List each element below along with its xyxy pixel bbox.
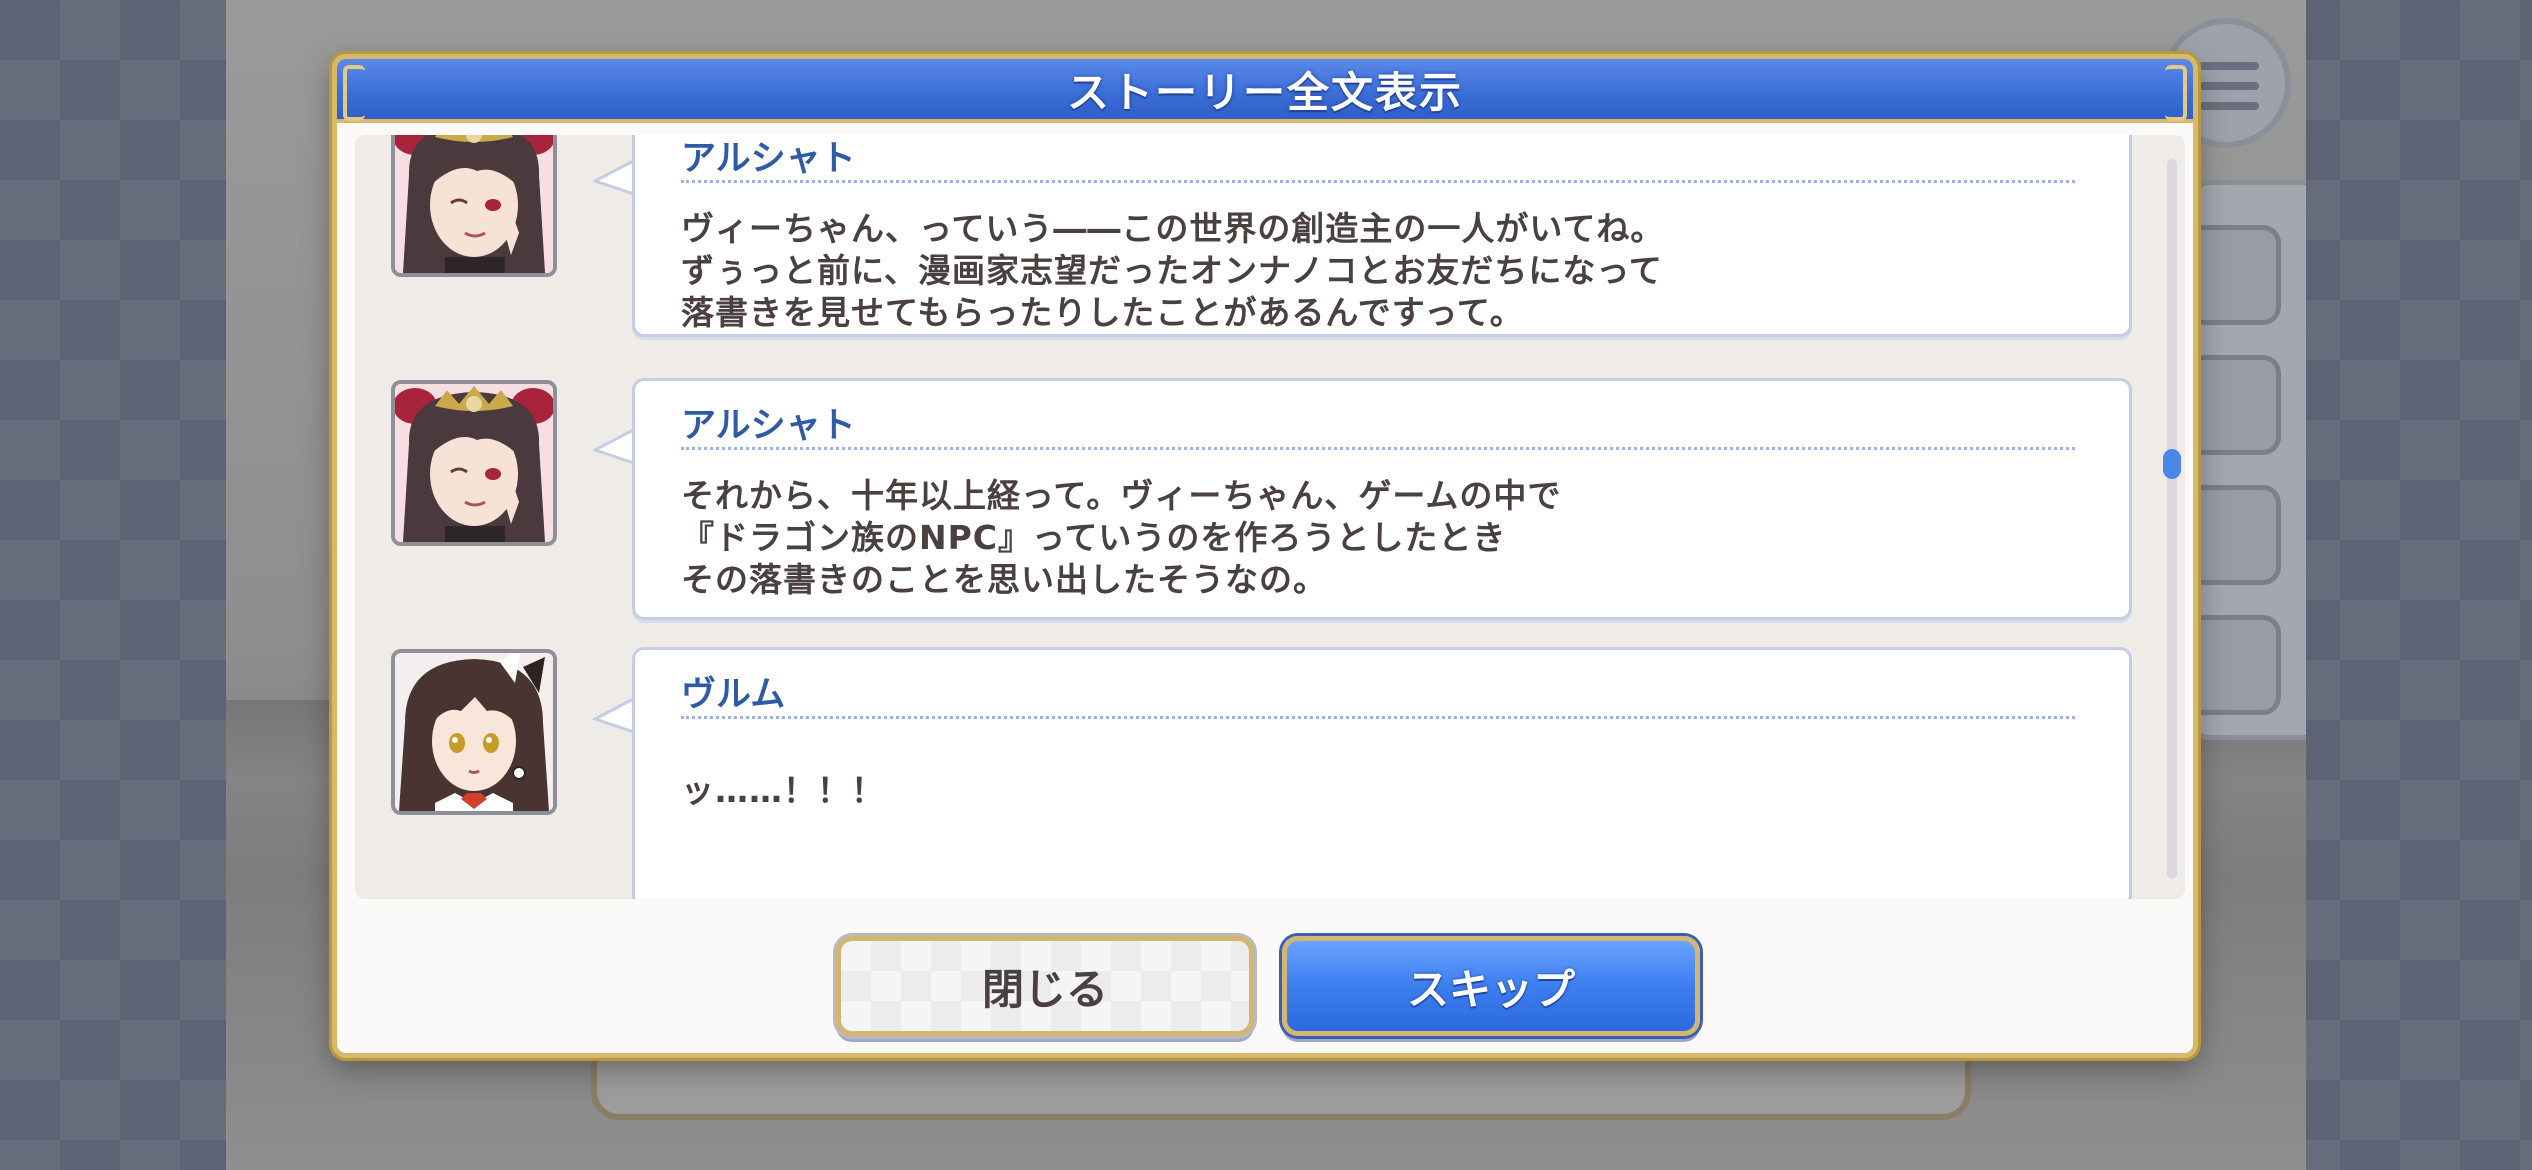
scrollbar-thumb[interactable] — [2163, 449, 2181, 479]
speaker-name: アルシャト — [681, 139, 856, 179]
dialogue-bubble: アルシャト ヴィーちゃん、っていう――この世界の創造主の一人がいてね。 ずぅっと… — [632, 135, 2132, 337]
dialogue-line: 『ドラゴン族のNPC』っていうのを作ろうとしたとき — [681, 518, 1507, 557]
arushat-portrait-icon — [391, 135, 557, 277]
divider — [681, 716, 2075, 719]
speaker-name: ヴルム — [681, 675, 786, 715]
log-entry: アルシャト ヴィーちゃん、っていう――この世界の創造主の一人がいてね。 ずぅっと… — [355, 135, 2155, 351]
speech-tail-icon — [593, 695, 637, 735]
skip-button[interactable]: スキップ — [1282, 936, 1700, 1036]
dialogue-line: ッ……！！！ — [681, 771, 885, 810]
speech-tail-icon — [593, 157, 637, 197]
arushat-portrait-icon — [391, 380, 557, 546]
divider — [681, 447, 2075, 450]
dialog-title: ストーリー全文表示 — [1066, 67, 1463, 117]
dialogue-line: それから、十年以上経って。ヴィーちゃん、ゲームの中で — [681, 476, 1562, 515]
story-log-dialog: ストーリー全文表示 アルシャト ヴィーちゃん、っていう――この世界の創造主の一人… — [332, 54, 2198, 1058]
dialogue-line: ヴィーちゃん、っていう――この世界の創造主の一人がいてね。 — [681, 209, 1665, 248]
dialogue-line: 落書きを見せてもらったりしたことがあるんですって。 — [681, 293, 1524, 332]
story-log-list[interactable]: アルシャト ヴィーちゃん、っていう――この世界の創造主の一人がいてね。 ずぅっと… — [355, 135, 2185, 899]
dialogue-line: ずぅっと前に、漫画家志望だったオンナノコとお友だちになって — [681, 251, 1663, 290]
log-entry: アルシャト それから、十年以上経って。ヴィーちゃん、ゲームの中で 『ドラゴン族の… — [355, 378, 2155, 620]
dialogue-bubble: ヴルム ッ……！！！ — [632, 647, 2132, 899]
dialogue-bubble: アルシャト それから、十年以上経って。ヴィーちゃん、ゲームの中で 『ドラゴン族の… — [632, 378, 2132, 620]
divider — [681, 180, 2075, 183]
log-entry: ヴルム ッ……！！！ — [355, 647, 2155, 899]
dialogue-line: その落書きのことを思い出したそうなの。 — [681, 560, 1327, 599]
dialog-header: ストーリー全文表示 — [337, 59, 2193, 123]
side-menu-panel — [2186, 180, 2306, 740]
speech-tail-icon — [593, 426, 637, 466]
close-button[interactable]: 閉じる — [836, 936, 1254, 1036]
scrollbar[interactable] — [2163, 159, 2181, 879]
wurm-portrait-icon — [391, 649, 557, 815]
speaker-name: アルシャト — [681, 406, 856, 446]
